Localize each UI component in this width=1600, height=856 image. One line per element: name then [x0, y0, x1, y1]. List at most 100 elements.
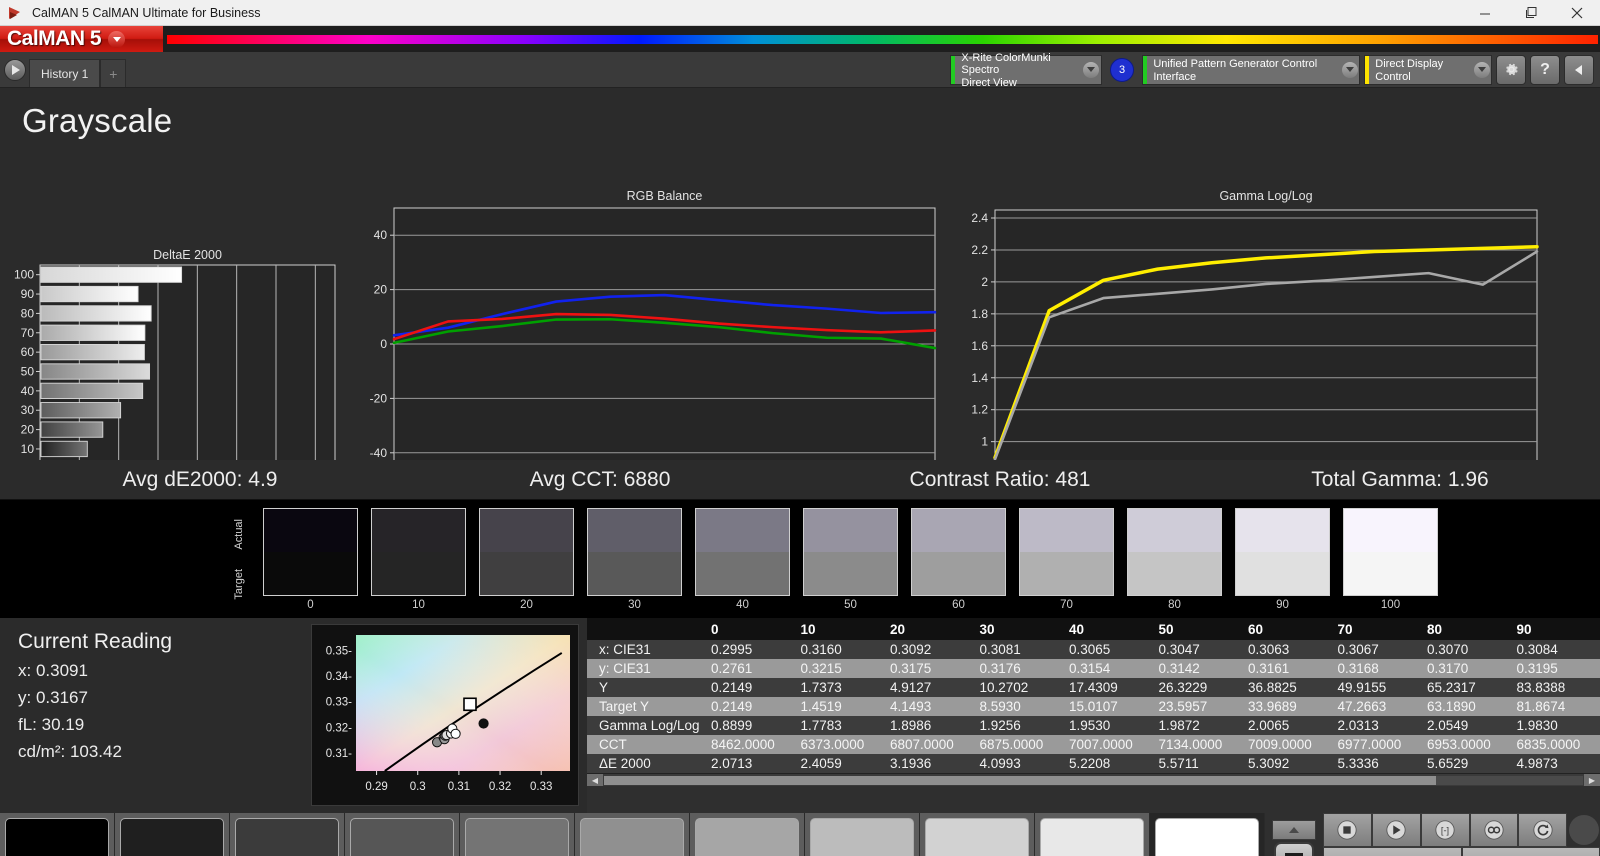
- patch-90[interactable]: 90: [1235, 507, 1330, 611]
- table-col-header-10: 10: [794, 618, 884, 640]
- patch-10[interactable]: 10: [371, 507, 466, 611]
- stimulus-patch-70[interactable]: 70: [805, 813, 920, 856]
- table-cell: 17.4309: [1069, 680, 1118, 695]
- table-cell: 1.9830: [1516, 718, 1558, 733]
- table-col-header-60: 60: [1242, 618, 1332, 640]
- stop-icon[interactable]: [1274, 842, 1314, 856]
- table-horizontal-scrollbar[interactable]: ◀ ▶: [587, 773, 1600, 786]
- reading-cdm2: cd/m²: 103.42: [18, 742, 122, 761]
- close-button[interactable]: [1554, 0, 1600, 26]
- svg-text:0.34-: 0.34-: [326, 671, 352, 683]
- scroll-right-icon[interactable]: ▶: [1584, 774, 1600, 786]
- svg-text:0.3: 0.3: [410, 781, 426, 793]
- table-row[interactable]: CCT 8462.0000 6373.0000 6807.0000 6875.0000 7…: [587, 735, 1600, 754]
- table-body: x: CIE31 0.2995 0.3160 0.3092 0.3081 0.3065 0.…: [587, 640, 1600, 773]
- stimulus-patch-20[interactable]: 20: [230, 813, 345, 856]
- table-cell: 0.3063: [1248, 642, 1290, 657]
- table-cell: 0.3092: [890, 642, 932, 657]
- table-row[interactable]: Gamma Log/Log 0.8899 1.7783 1.8986 1.9256 1.9…: [587, 716, 1600, 735]
- minimize-button[interactable]: [1462, 0, 1508, 26]
- table-row[interactable]: x: CIE31 0.2995 0.3160 0.3092 0.3081 0.3065 0.…: [587, 640, 1600, 659]
- patch-50[interactable]: 50: [803, 507, 898, 611]
- svg-text:2.2: 2.2: [971, 243, 988, 257]
- table-col-header-20: 20: [884, 618, 974, 640]
- table-row[interactable]: ΔE 2000 2.0713 2.4059 3.1936 4.0993 5.2208 5.5…: [587, 754, 1600, 773]
- table-header-row: 0 10 20 30 40 50 60 70 80 90: [587, 618, 1600, 640]
- gear-icon[interactable]: [1496, 54, 1526, 85]
- stimulus-patch-60[interactable]: 60: [690, 813, 805, 856]
- calman-logo-text: CalMAN 5: [7, 27, 102, 50]
- maximize-button[interactable]: [1508, 0, 1554, 26]
- meter-bracket-icon[interactable]: [-]: [1420, 813, 1470, 847]
- cie-chart[interactable]: 0.31- 0.32- 0.33- 0.34- 0.35- 0.29 0.3 0.31 0.32…: [311, 624, 579, 846]
- table-cell: 1.9872: [1158, 718, 1200, 733]
- stimulus-swatch: [810, 818, 914, 856]
- table-cell: 1.7783: [800, 718, 842, 733]
- status-badge[interactable]: 3: [1110, 57, 1134, 82]
- chevron-down-icon[interactable]: [1472, 56, 1491, 84]
- add-tab-button[interactable]: +: [100, 59, 127, 87]
- display-control-selector[interactable]: Direct Display Control: [1364, 54, 1492, 85]
- scroll-left-icon[interactable]: ◀: [587, 774, 603, 786]
- play-icon[interactable]: [4, 58, 26, 81]
- help-icon[interactable]: ?: [1530, 54, 1560, 85]
- table-cell: 6977.0000: [1337, 737, 1402, 752]
- patch-40[interactable]: 40: [695, 507, 790, 611]
- patch-target: [1020, 551, 1113, 595]
- stimulus-patch-0[interactable]: 0: [0, 813, 115, 856]
- tab-history-1[interactable]: History 1: [29, 59, 101, 87]
- svg-text:1.4: 1.4: [971, 371, 988, 385]
- stimulus-patch-90[interactable]: 90: [1035, 813, 1150, 856]
- patch-30[interactable]: 30: [587, 507, 682, 611]
- table-row[interactable]: y: CIE31 0.2761 0.3215 0.3175 0.3176 0.3154 0.…: [587, 659, 1600, 678]
- patch-100[interactable]: 100: [1343, 507, 1438, 611]
- chevron-down-icon[interactable]: [1340, 56, 1359, 84]
- current-reading-panel: Current Reading x: 0.3091 y: 0.3167 fL: …: [0, 618, 305, 813]
- table-cell: 4.9873: [1516, 756, 1558, 771]
- stimulus-patch-100[interactable]: 100: [1150, 813, 1265, 856]
- svg-text:0.31: 0.31: [448, 781, 470, 793]
- play-icon[interactable]: [1371, 813, 1421, 847]
- rainbow-gradient-bar: [167, 34, 1598, 44]
- patch-0[interactable]: 0: [263, 507, 358, 611]
- chevron-down-icon[interactable]: [1082, 56, 1101, 84]
- indicator-dot: [1567, 813, 1600, 847]
- patch-70[interactable]: 70: [1019, 507, 1114, 611]
- patch-60[interactable]: 60: [911, 507, 1006, 611]
- scrollbar-thumb[interactable]: [604, 775, 1437, 785]
- patch-20[interactable]: 20: [479, 507, 574, 611]
- table-cell: 5.2208: [1069, 756, 1111, 771]
- stimulus-patch-30[interactable]: 30: [345, 813, 460, 856]
- stimulus-patch-50[interactable]: 50: [575, 813, 690, 856]
- stimulus-swatch: [5, 818, 109, 856]
- table-row[interactable]: Target Y 0.2149 1.4519 4.1493 8.5930 15.0107 2…: [587, 697, 1600, 716]
- stimulus-patch-80[interactable]: 80: [920, 813, 1035, 856]
- continuous-loop-icon[interactable]: [1469, 813, 1519, 847]
- chevron-down-icon[interactable]: [108, 30, 126, 48]
- svg-text:30: 30: [21, 403, 35, 417]
- stop-large-button[interactable]: [1265, 813, 1323, 856]
- stop-square-icon[interactable]: [1323, 813, 1372, 847]
- collapse-left-icon[interactable]: [1564, 54, 1594, 85]
- svg-text:80: 80: [21, 306, 35, 320]
- stimulus-patch-40[interactable]: 40: [460, 813, 575, 856]
- pattern-generator-selector[interactable]: Unified Pattern Generator Control Interf…: [1142, 54, 1360, 85]
- table-cell: 8.5930: [979, 699, 1021, 714]
- window-title: CalMAN 5 CalMAN Ultimate for Business: [32, 5, 261, 20]
- table-cell: 0.3168: [1337, 661, 1379, 676]
- scrollbar-track[interactable]: [604, 775, 1583, 785]
- back-button[interactable]: « Back: [1323, 847, 1462, 856]
- table-row-label: ΔE 2000: [599, 756, 651, 771]
- patch-80[interactable]: 80: [1127, 507, 1222, 611]
- cie-measure-point: [478, 718, 489, 729]
- caret-up-icon[interactable]: [1272, 820, 1316, 840]
- stimulus-patch-10[interactable]: 10: [115, 813, 230, 856]
- calman-logo-menu[interactable]: CalMAN 5: [0, 26, 163, 52]
- meter-selector[interactable]: X-Rite ColorMunki Spectro Direct View: [950, 52, 1102, 89]
- table-col-header-90: 90: [1510, 618, 1600, 640]
- table-row[interactable]: Y 0.2149 1.7373 4.9127 10.2702 17.4309 26.3229…: [587, 678, 1600, 697]
- table-cell: 5.3336: [1337, 756, 1379, 771]
- next-button[interactable]: Next »: [1461, 847, 1600, 856]
- table-cell: 2.4059: [800, 756, 842, 771]
- refresh-icon[interactable]: [1518, 813, 1568, 847]
